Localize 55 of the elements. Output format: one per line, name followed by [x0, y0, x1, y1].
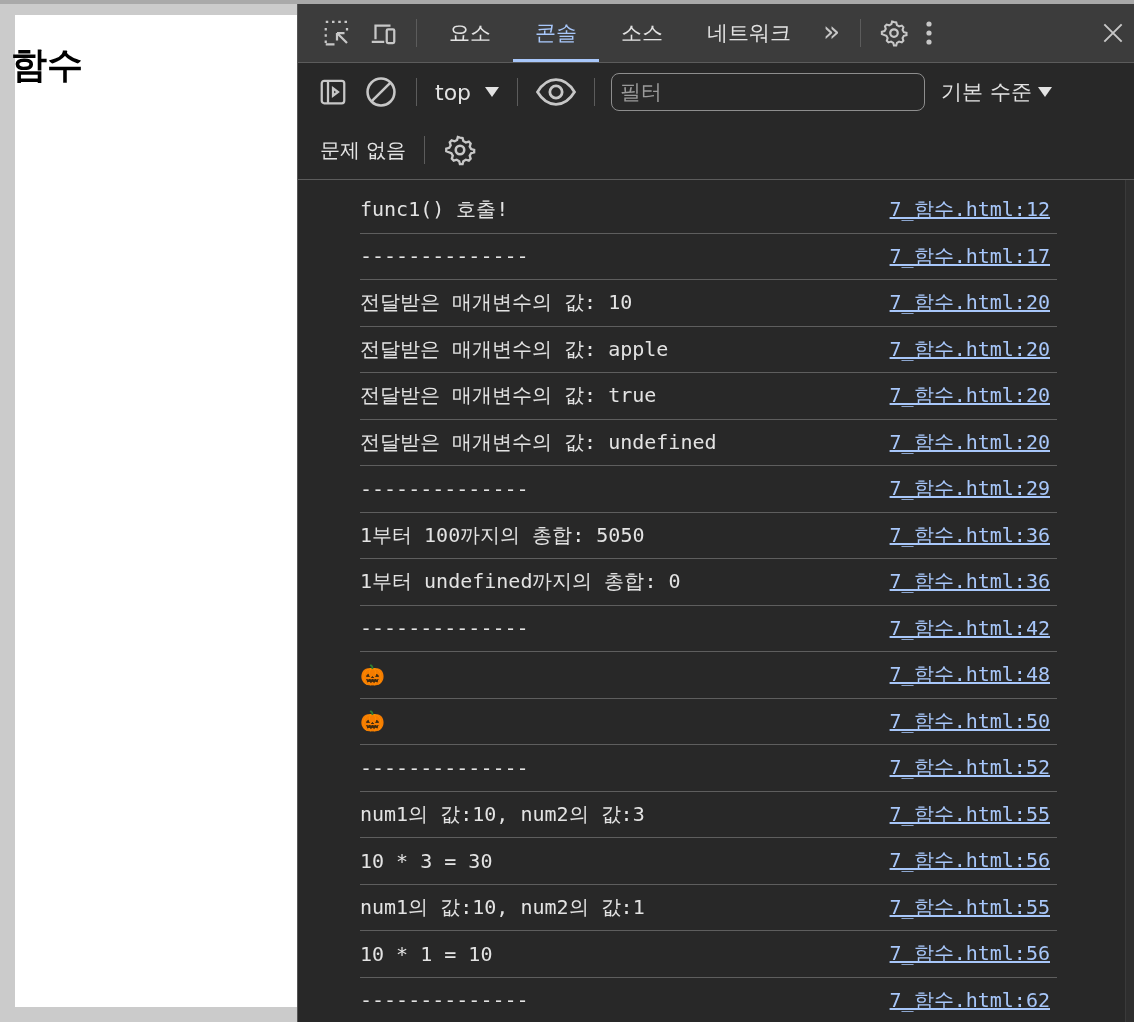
console-message: 1부터 100까지의 총합: 5050	[360, 521, 645, 549]
filter-field[interactable]: 필터	[611, 73, 926, 111]
sidebar-toggle-icon[interactable]	[318, 77, 348, 107]
more-options-icon[interactable]	[925, 20, 934, 46]
console-message: 10 * 1 = 10	[360, 941, 493, 966]
source-link[interactable]: 7_함수.html:52	[889, 754, 1050, 782]
console-message: --------------	[360, 476, 529, 501]
source-link[interactable]: 7_함수.html:55	[889, 800, 1050, 828]
source-link[interactable]: 7_함수.html:56	[889, 940, 1050, 968]
panel-tab[interactable]: 소스	[599, 4, 685, 62]
console-message: 전달받은 매개변수의 값: true	[360, 382, 657, 410]
source-link[interactable]: 7_함수.html:29	[889, 475, 1050, 503]
console-message: 10 * 3 = 30	[360, 848, 493, 873]
source-link[interactable]: 7_함수.html:20	[889, 289, 1050, 317]
console-message: 전달받은 매개변수의 값: apple	[360, 335, 669, 363]
settings-icon[interactable]	[443, 133, 478, 167]
source-link[interactable]: 7_함수.html:55	[889, 893, 1050, 921]
panel-tab[interactable]: 네트워크	[685, 4, 813, 62]
console-message: 전달받은 매개변수의 값: undefined	[360, 428, 717, 456]
source-link[interactable]: 7_함수.html:48	[889, 661, 1050, 689]
source-link[interactable]: 7_함수.html:20	[889, 382, 1050, 410]
console-message: --------------	[360, 988, 529, 1013]
caret-icon	[485, 87, 500, 97]
eye-icon[interactable]	[536, 75, 577, 109]
scrollbar[interactable]	[1125, 180, 1134, 1022]
source-link[interactable]: 7_함수.html:36	[889, 568, 1050, 596]
source-link[interactable]: 7_함수.html:62	[889, 986, 1050, 1014]
source-link[interactable]: 7_함수.html:50	[889, 707, 1050, 735]
source-link[interactable]: 7_함수.html:56	[889, 847, 1050, 875]
clear-console-icon[interactable]	[364, 75, 398, 109]
more-tabs-button[interactable]: »	[813, 14, 851, 52]
console-message: func1() 호출!	[360, 196, 509, 224]
console-message: --------------	[360, 244, 529, 269]
caret-icon	[1037, 87, 1052, 97]
panel-tab[interactable]: 콘솔	[513, 4, 599, 62]
issues-status: 문제 없음	[320, 136, 407, 164]
console-message: --------------	[360, 616, 529, 641]
log-levels-dropdown[interactable]: 기본 수준	[941, 78, 1052, 106]
source-link[interactable]: 7_함수.html:17	[889, 242, 1050, 270]
page-heading: 함수	[11, 43, 84, 87]
console-message: --------------	[360, 755, 529, 780]
source-link[interactable]: 7_함수.html:36	[889, 521, 1050, 549]
console-message: 🎃	[360, 662, 385, 687]
source-link[interactable]: 7_함수.html:42	[889, 614, 1050, 642]
settings-icon[interactable]	[879, 18, 910, 48]
console-message: 🎃	[360, 709, 385, 734]
source-link[interactable]: 7_함수.html:20	[889, 335, 1050, 363]
panel-tab[interactable]: 요소	[427, 4, 513, 62]
console-message: num1의 값:10, num2의 값:3	[360, 800, 645, 828]
source-link[interactable]: 7_함수.html:20	[889, 428, 1050, 456]
source-link[interactable]: 7_함수.html:12	[889, 196, 1050, 224]
console-message: num1의 값:10, num2의 값:1	[360, 893, 645, 921]
console-message: 전달받은 매개변수의 값: 10	[360, 289, 633, 317]
context-dropdown[interactable]: top	[427, 79, 508, 105]
console-message: 1부터 undefined까지의 총합: 0	[360, 568, 681, 596]
